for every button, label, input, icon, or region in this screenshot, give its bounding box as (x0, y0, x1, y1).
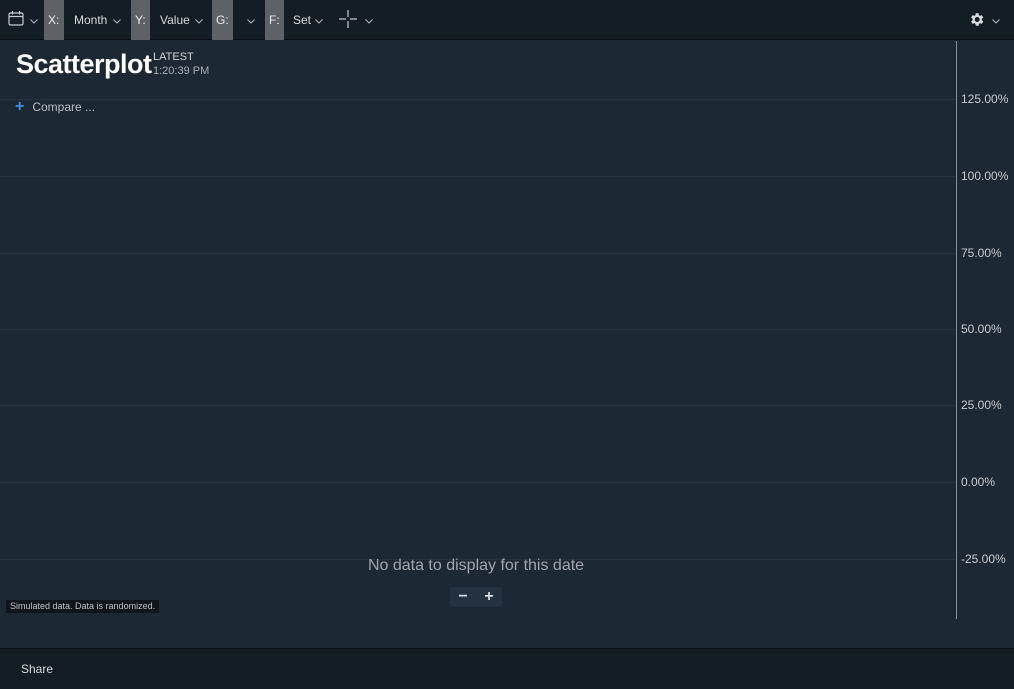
calendar-icon[interactable] (8, 10, 24, 26)
chevron-down-icon[interactable] (992, 17, 1000, 25)
filter-chip: F: (265, 0, 284, 40)
chevron-down-icon[interactable] (30, 17, 38, 25)
plus-icon: + (15, 98, 25, 115)
simulated-data-note: Simulated data. Data is randomized. (6, 600, 160, 613)
y-axis-line (956, 41, 957, 619)
gridline (0, 99, 956, 100)
chevron-down-icon[interactable] (365, 17, 373, 25)
zoom-controls: − + (450, 587, 502, 607)
gridline (0, 176, 956, 177)
y-tick-label: -25.00% (961, 552, 1006, 566)
gridline (0, 405, 956, 406)
group-chip: G: (212, 0, 233, 40)
gridline (0, 253, 956, 254)
page-title: Scatterplot (16, 49, 152, 79)
crosshair-icon[interactable] (339, 10, 357, 28)
zoom-out-button[interactable]: − (450, 587, 476, 607)
y-tick-label: 50.00% (961, 322, 1002, 336)
footer: Share (0, 648, 1014, 689)
latest-label: LATEST (153, 51, 194, 63)
compare-button[interactable]: + Compare ... (15, 99, 95, 115)
x-axis-select[interactable]: Month (74, 0, 107, 40)
compare-label: Compare ... (32, 100, 96, 114)
chevron-down-icon[interactable] (315, 17, 323, 25)
zoom-in-button[interactable]: + (476, 587, 502, 607)
y-axis-chip: Y: (131, 0, 150, 40)
y-tick-label: 125.00% (961, 92, 1009, 106)
y-tick-label: 100.00% (961, 169, 1009, 183)
gear-icon[interactable] (968, 11, 985, 28)
chevron-down-icon[interactable] (195, 17, 203, 25)
chevron-down-icon[interactable] (247, 17, 255, 25)
y-tick-label: 75.00% (961, 246, 1002, 260)
chevron-down-icon[interactable] (113, 17, 121, 25)
y-axis-select[interactable]: Value (160, 0, 190, 40)
y-tick-label: 0.00% (961, 475, 996, 489)
no-data-message: No data to display for this date (367, 557, 585, 574)
share-button[interactable]: Share (21, 649, 53, 689)
gridline (0, 329, 956, 330)
latest-timestamp: 1:20:39 PM (153, 65, 210, 77)
y-tick-label: 25.00% (961, 398, 1002, 412)
gridline (0, 482, 956, 483)
x-axis-chip: X: (44, 0, 64, 40)
toolbar: X: Month Y: Value G: F: Set (0, 0, 1014, 40)
filter-select[interactable]: Set (293, 0, 311, 40)
